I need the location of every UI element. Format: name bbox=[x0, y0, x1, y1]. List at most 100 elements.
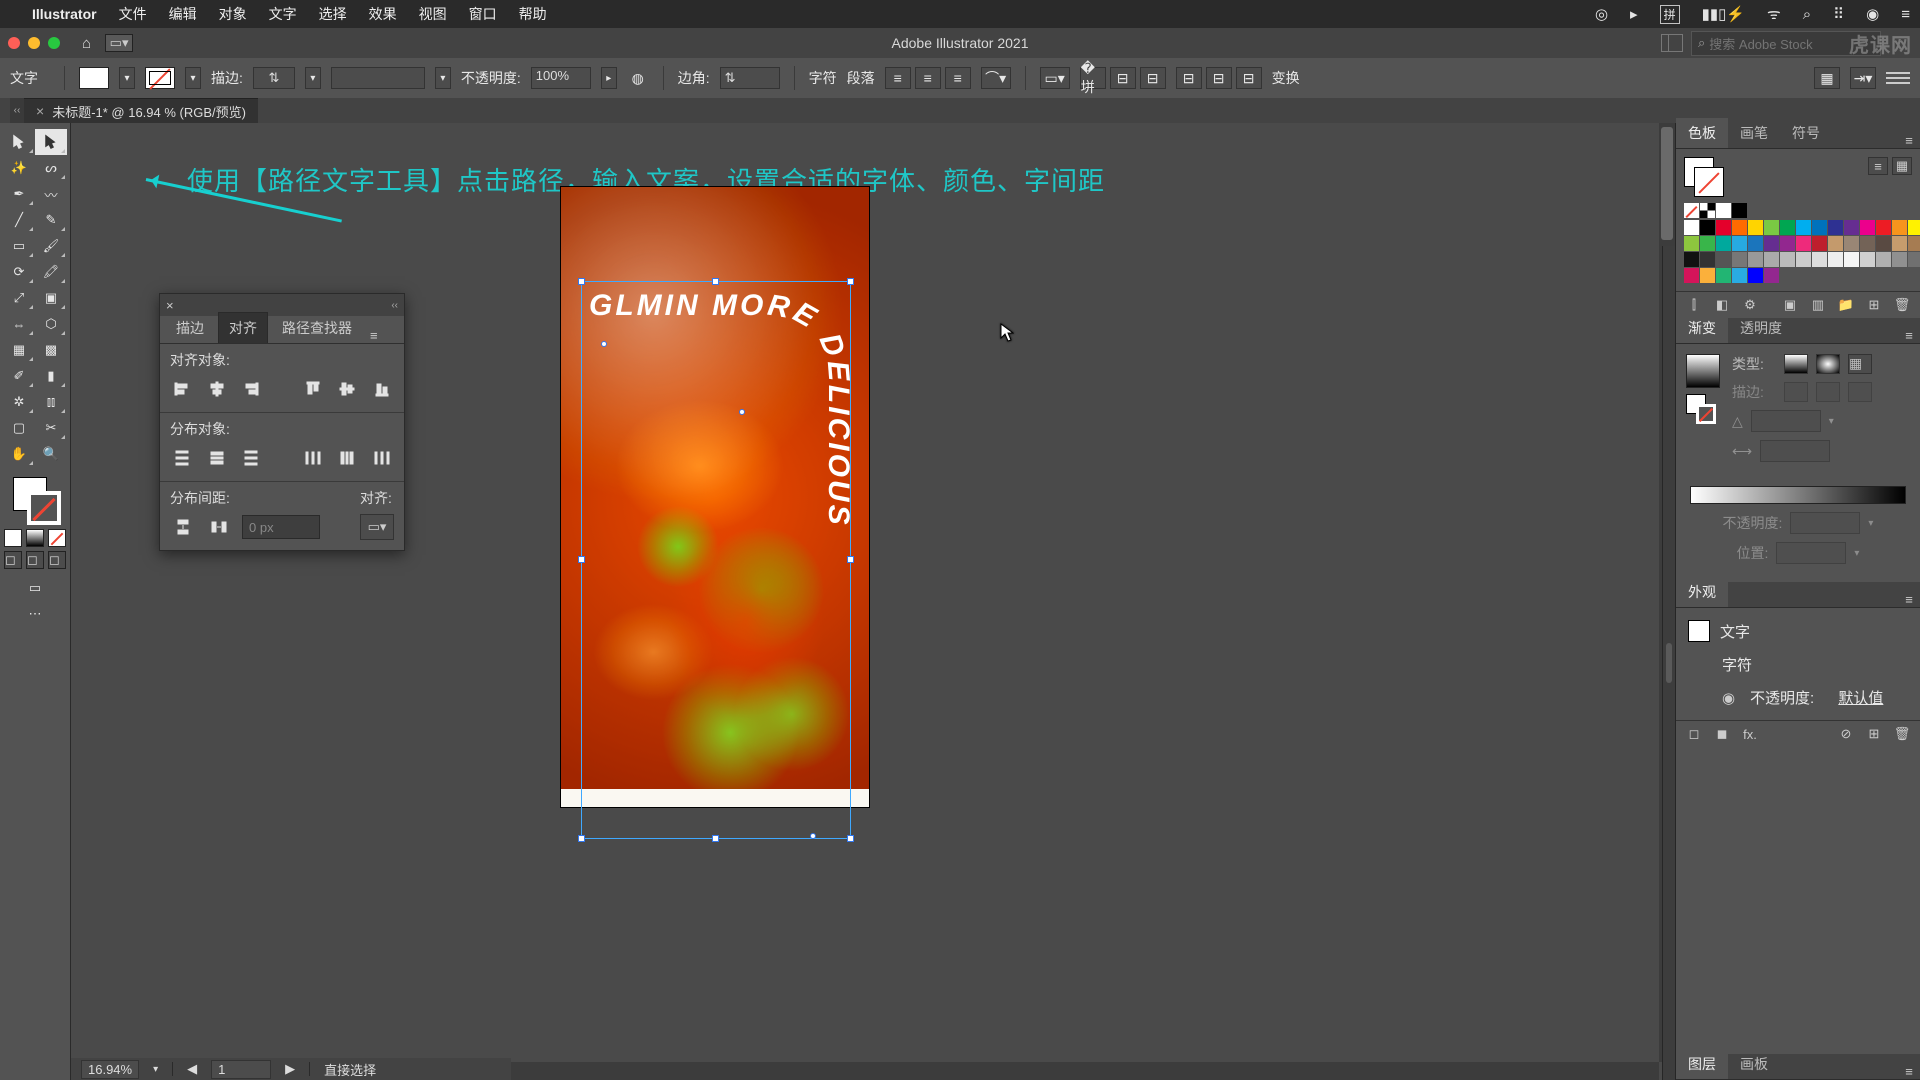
paintbrush-tool[interactable]: 🖌 bbox=[35, 233, 67, 259]
direct-selection-tool[interactable] bbox=[35, 129, 67, 155]
swatch-options-icon[interactable]: ⚙ bbox=[1740, 296, 1760, 314]
tab-stroke[interactable]: 描边 bbox=[166, 313, 214, 343]
grad-stroke-3[interactable] bbox=[1848, 382, 1872, 402]
swatch[interactable] bbox=[1732, 268, 1747, 283]
shape-builder-tool[interactable]: ⬡ bbox=[35, 311, 67, 337]
siri-icon[interactable]: ◉ bbox=[1866, 5, 1879, 23]
new-folder-icon[interactable]: 📁 bbox=[1836, 296, 1856, 314]
tab-layers[interactable]: 图层 bbox=[1676, 1049, 1728, 1079]
path-anchor[interactable] bbox=[601, 341, 607, 347]
gradient-fillstroke[interactable] bbox=[1686, 394, 1716, 424]
appearance-object-row[interactable]: 文字 bbox=[1676, 614, 1920, 648]
perspective-tool[interactable]: ▦ bbox=[3, 337, 35, 363]
swatch[interactable] bbox=[1812, 236, 1827, 251]
color-mode[interactable] bbox=[4, 529, 22, 547]
swatch[interactable] bbox=[1716, 220, 1731, 235]
brush-dd[interactable]: ▾ bbox=[435, 67, 451, 89]
zoom-level[interactable]: 16.94% bbox=[81, 1060, 139, 1079]
grad-opacity-input[interactable] bbox=[1790, 512, 1860, 534]
obj-align-top[interactable]: ⊟ bbox=[1176, 67, 1202, 89]
type-on-path-tool[interactable]: ✎ bbox=[35, 207, 67, 233]
delete-swatch-icon[interactable]: 🗑 bbox=[1892, 296, 1912, 314]
free-transform-tool[interactable]: ▣ bbox=[35, 285, 67, 311]
tab-brushes[interactable]: 画笔 bbox=[1728, 118, 1780, 148]
swatch[interactable] bbox=[1780, 252, 1795, 267]
ap-dup-icon[interactable]: ⊞ bbox=[1864, 725, 1884, 743]
obj-align-bottom[interactable]: ⊟ bbox=[1236, 67, 1262, 89]
character-link[interactable]: 字符 bbox=[809, 68, 837, 88]
appearance-opacity-row[interactable]: ◉不透明度: 默认值 bbox=[1676, 681, 1920, 714]
ap-add-effect-icon[interactable]: fx. bbox=[1740, 725, 1760, 743]
swatch[interactable] bbox=[1844, 252, 1859, 267]
grad-stroke-1[interactable] bbox=[1784, 382, 1808, 402]
v-align-middle[interactable] bbox=[335, 376, 360, 402]
ap-delete-icon[interactable]: 🗑 bbox=[1892, 725, 1912, 743]
swatch[interactable] bbox=[1684, 203, 1699, 218]
artboard-index[interactable]: 1 bbox=[211, 1060, 271, 1079]
h-align-right[interactable] bbox=[239, 376, 264, 402]
swatch[interactable] bbox=[1796, 236, 1811, 251]
swatch[interactable] bbox=[1828, 220, 1843, 235]
tab-gradient[interactable]: 渐变 bbox=[1676, 313, 1728, 343]
ime-icon[interactable]: 拼 bbox=[1660, 5, 1680, 24]
arrange-documents[interactable]: ▭▾ bbox=[105, 34, 133, 52]
swatch[interactable] bbox=[1796, 252, 1811, 267]
swatch[interactable] bbox=[1748, 220, 1763, 235]
control-center-icon[interactable]: ⠿ bbox=[1833, 5, 1844, 23]
swatch[interactable] bbox=[1700, 236, 1715, 251]
minimize-window[interactable] bbox=[28, 37, 40, 49]
current-stroke-swatch[interactable] bbox=[1694, 167, 1724, 197]
gradient-slider[interactable] bbox=[1690, 486, 1906, 504]
rectangle-tool[interactable]: ▭ bbox=[3, 233, 35, 259]
v-dist-center[interactable] bbox=[205, 445, 230, 471]
tab-appearance[interactable]: 外观 bbox=[1676, 577, 1728, 607]
recolor-icon[interactable]: ◍ bbox=[627, 70, 649, 87]
h-dist-right[interactable] bbox=[369, 445, 394, 471]
fill-dropdown[interactable]: ▾ bbox=[119, 67, 135, 89]
swatch[interactable] bbox=[1812, 252, 1827, 267]
swatch[interactable] bbox=[1748, 252, 1763, 267]
grad-aspect-input[interactable] bbox=[1760, 440, 1830, 462]
swatches-menu-icon[interactable]: ≡ bbox=[1898, 133, 1920, 148]
align-center-icon[interactable]: ≡ bbox=[915, 67, 941, 89]
h-dist-left[interactable] bbox=[300, 445, 325, 471]
swatch[interactable] bbox=[1828, 236, 1843, 251]
new-swatch-icon[interactable]: ⊞ bbox=[1864, 296, 1884, 314]
collapsed-dock[interactable] bbox=[1662, 246, 1675, 1080]
paragraph-link[interactable]: 段落 bbox=[847, 68, 875, 88]
spotlight-icon[interactable]: ⌕ bbox=[1803, 6, 1811, 23]
opacity-input[interactable]: 100% bbox=[531, 67, 591, 89]
swatch[interactable] bbox=[1908, 220, 1920, 235]
menu-file[interactable]: 文件 bbox=[119, 4, 147, 24]
swatch[interactable] bbox=[1716, 268, 1731, 283]
swatch[interactable] bbox=[1908, 236, 1920, 251]
swatch[interactable] bbox=[1892, 252, 1907, 267]
swatch[interactable] bbox=[1748, 268, 1763, 283]
swatch[interactable] bbox=[1684, 252, 1699, 267]
none-mode[interactable] bbox=[48, 529, 66, 547]
draw-normal[interactable]: ◻ bbox=[4, 551, 22, 569]
tab-align[interactable]: 对齐 bbox=[218, 312, 268, 343]
workspace-layout-icon[interactable] bbox=[1661, 34, 1683, 52]
swatch[interactable] bbox=[1844, 236, 1859, 251]
screen-mode[interactable]: ▭ bbox=[19, 575, 51, 601]
gradient-preview[interactable] bbox=[1686, 354, 1720, 388]
swatch[interactable] bbox=[1860, 236, 1875, 251]
panel-close-icon[interactable]: × bbox=[166, 298, 174, 313]
swatch[interactable] bbox=[1908, 252, 1920, 267]
swatch[interactable] bbox=[1764, 236, 1779, 251]
path-anchor[interactable] bbox=[810, 833, 816, 839]
close-window[interactable] bbox=[8, 37, 20, 49]
swatch[interactable] bbox=[1796, 220, 1811, 235]
grad-stroke-2[interactable] bbox=[1816, 382, 1840, 402]
h-dist-space[interactable] bbox=[206, 514, 232, 540]
draw-behind[interactable]: ◻ bbox=[26, 551, 44, 569]
appearance-menu-icon[interactable]: ≡ bbox=[1898, 592, 1920, 607]
grad-angle-input[interactable] bbox=[1751, 410, 1821, 432]
artboard-prev[interactable]: ◀ bbox=[187, 1061, 197, 1077]
document-tab[interactable]: × 未标题-1* @ 16.94 % (RGB/预览) bbox=[24, 98, 258, 123]
stroke-weight-dd[interactable]: ▾ bbox=[305, 67, 321, 89]
align-right-icon[interactable]: ≡ bbox=[945, 67, 971, 89]
notifications-icon[interactable]: ≡ bbox=[1901, 6, 1910, 23]
swatch[interactable] bbox=[1700, 252, 1715, 267]
